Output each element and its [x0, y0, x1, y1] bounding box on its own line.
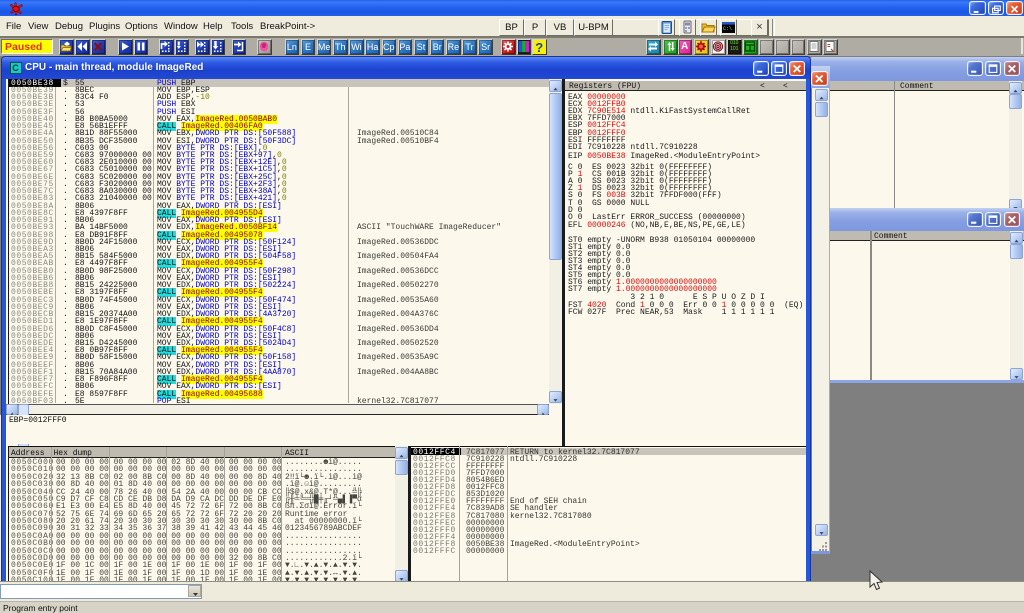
svg-text:C:\: C:\: [723, 26, 732, 32]
